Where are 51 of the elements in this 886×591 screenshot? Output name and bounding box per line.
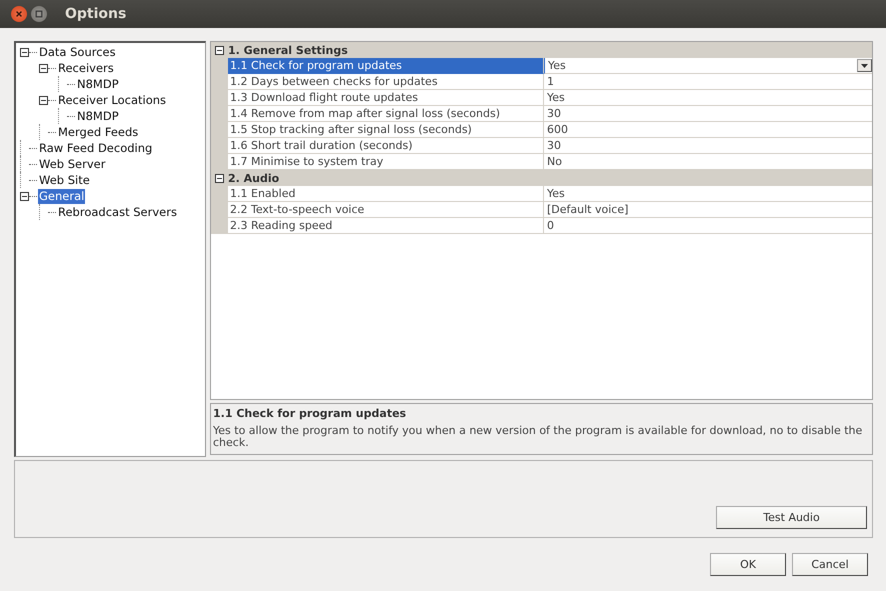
caret-icon xyxy=(861,64,868,68)
window-title: Options xyxy=(65,6,126,22)
tree-item[interactable]: N8MDP xyxy=(76,76,120,92)
collapse-icon[interactable] xyxy=(20,192,29,200)
property-name[interactable]: 1.2 Days between checks for updates xyxy=(228,74,544,90)
tree-item[interactable]: Merged Feeds xyxy=(57,124,140,140)
test-audio-button[interactable]: Test Audio xyxy=(716,506,867,529)
tree-item[interactable]: Web Site xyxy=(38,172,91,188)
property-name[interactable]: 2.3 Reading speed xyxy=(228,218,544,234)
property-name[interactable]: 1.4 Remove from map after signal loss (seconds) xyxy=(228,106,544,122)
property-value[interactable]: Yes xyxy=(547,90,565,105)
property-value[interactable]: 0 xyxy=(547,218,554,233)
collapse-icon[interactable] xyxy=(39,96,48,104)
collapse-icon[interactable] xyxy=(39,64,48,72)
property-value[interactable]: 1 xyxy=(547,74,554,89)
maximize-icon xyxy=(35,10,43,18)
tree-item[interactable]: Receiver Locations xyxy=(57,92,168,108)
collapse-icon[interactable] xyxy=(215,46,224,54)
ok-button[interactable]: OK xyxy=(710,553,786,576)
tree-item[interactable]: Raw Feed Decoding xyxy=(38,140,154,156)
property-value[interactable]: 600 xyxy=(547,122,568,137)
row-margin xyxy=(211,218,228,234)
description-text: Yes to allow the program to notify you when a new version of the program is available for download, no to disable the check. xyxy=(213,425,864,449)
property-value[interactable]: 30 xyxy=(547,106,561,121)
tree-item[interactable]: Receivers xyxy=(57,60,115,76)
tree-item[interactable]: Data Sources xyxy=(38,44,117,60)
close-icon xyxy=(15,10,23,18)
category-header: 1. General Settings xyxy=(228,44,348,56)
maximize-button[interactable] xyxy=(31,6,47,22)
property-value[interactable]: No xyxy=(547,154,562,169)
property-name[interactable]: 2.2 Text-to-speech voice xyxy=(228,202,544,218)
close-button[interactable] xyxy=(11,6,27,22)
tree-item[interactable]: Rebroadcast Servers xyxy=(57,204,178,220)
property-name[interactable]: 1.1 Check for program updates xyxy=(228,58,544,74)
collapse-icon[interactable] xyxy=(215,174,224,182)
property-name[interactable]: 1.5 Stop tracking after signal loss (seconds) xyxy=(228,122,544,138)
category-header: 2. Audio xyxy=(228,172,280,184)
tree-item[interactable]: General xyxy=(38,188,86,204)
tree-item[interactable]: N8MDP xyxy=(76,108,120,124)
property-value[interactable]: [Default voice] xyxy=(547,202,628,217)
property-value[interactable]: Yes xyxy=(548,58,566,73)
property-value[interactable]: Yes xyxy=(547,186,565,201)
property-name[interactable]: 1.6 Short trail duration (seconds) xyxy=(228,138,544,154)
dropdown-button[interactable] xyxy=(857,59,872,72)
property-value[interactable]: 30 xyxy=(547,138,561,153)
description-title: 1.1 Check for program updates xyxy=(213,407,408,420)
property-name[interactable]: 1.1 Enabled xyxy=(228,186,544,202)
property-name[interactable]: 1.3 Download flight route updates xyxy=(228,90,544,106)
collapse-icon[interactable] xyxy=(20,48,29,56)
cancel-button[interactable]: Cancel xyxy=(792,553,868,576)
tree-item[interactable]: Web Server xyxy=(38,156,106,172)
